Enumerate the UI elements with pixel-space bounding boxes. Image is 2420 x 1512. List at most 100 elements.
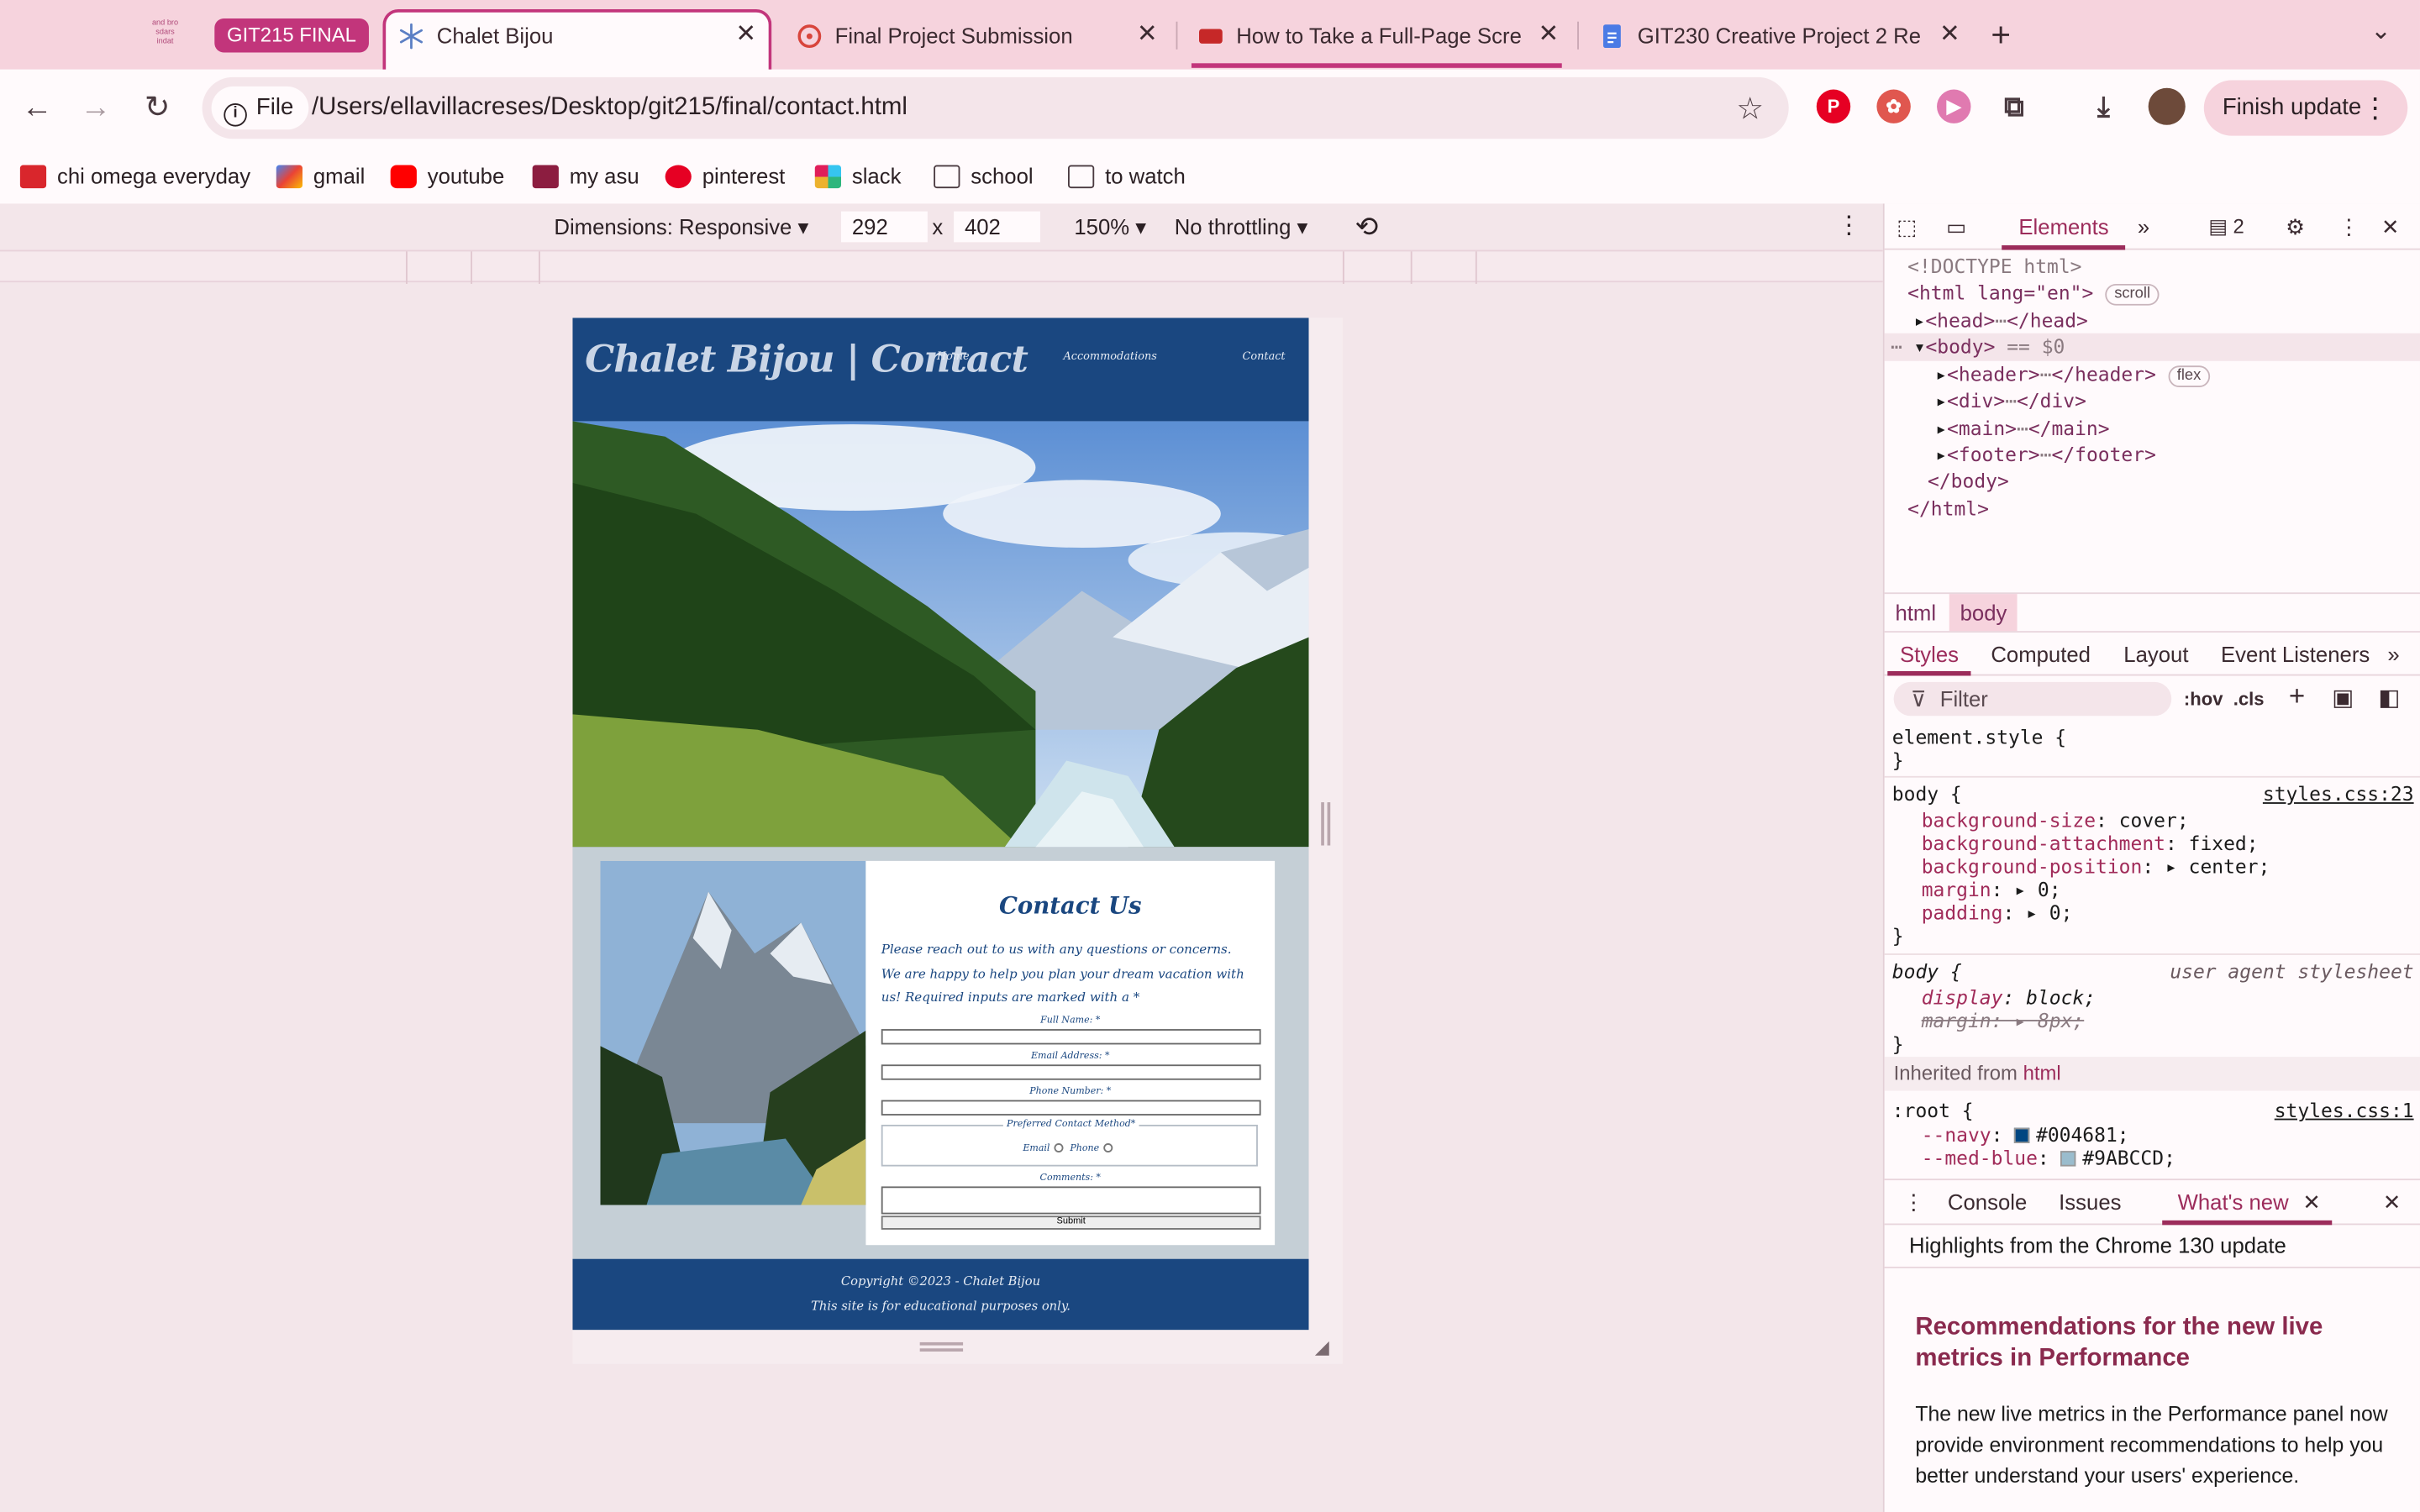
whats-new-title[interactable]: Recommendations for the new live metrics… — [1915, 1313, 2412, 1374]
tab-git230[interactable]: GIT230 Creative Project 2 Re ✕ — [1586, 13, 1972, 59]
color-swatch[interactable] — [2014, 1127, 2030, 1143]
tab-layout[interactable]: Layout — [2123, 642, 2188, 666]
tab-styles[interactable]: Styles — [1900, 642, 1959, 666]
div-node[interactable]: ▸<div>⋯</div> — [1935, 387, 2086, 413]
nav-accommodations[interactable]: Accommodations — [1063, 350, 1156, 363]
close-whats-new-icon[interactable]: ✕ — [2302, 1189, 2321, 1215]
device-toolbar-icon[interactable]: ▭ — [1946, 214, 1966, 240]
bookmark-star-icon[interactable]: ☆ — [1736, 90, 1764, 129]
extension-play-icon[interactable]: ▶ — [1937, 89, 1971, 123]
finish-update-button[interactable]: Finish update ⋮ — [2203, 80, 2408, 136]
close-devtools-icon[interactable]: ✕ — [2381, 214, 2400, 240]
bookmark-gmail[interactable]: gmail — [276, 160, 365, 192]
email-radio[interactable] — [1054, 1142, 1064, 1153]
root-rule-source-link[interactable]: styles.css:1 — [2275, 1099, 2414, 1122]
cls-toggle[interactable]: .cls — [2233, 688, 2265, 710]
new-tab-button[interactable]: + — [1991, 15, 2011, 55]
comments-textarea[interactable] — [881, 1186, 1261, 1215]
rotate-icon[interactable]: ⟲ — [1355, 213, 1379, 240]
more-tabs-icon[interactable]: » — [2138, 214, 2149, 239]
breadcrumb-body[interactable]: body — [1949, 594, 2018, 632]
drawer-menu-icon[interactable]: ⋮ — [1903, 1189, 1925, 1215]
tab-event-listeners[interactable]: Event Listeners — [2221, 642, 2370, 666]
settings-gear-icon[interactable]: ⚙ — [2286, 214, 2305, 240]
bookmark-slack[interactable]: slack — [814, 160, 901, 192]
corner-resize-icon[interactable]: ◢ — [1315, 1336, 1329, 1358]
bookmark-chi-omega[interactable]: chi omega everyday — [19, 160, 250, 192]
tab-full-page[interactable]: How to Take a Full-Page Scre ✕ — [1186, 13, 1571, 59]
extension-badge-icon[interactable]: ✿ — [1876, 89, 1911, 123]
ua-rule-selector[interactable]: body { — [1892, 959, 1962, 983]
more-panes-icon[interactable]: » — [2387, 642, 2399, 666]
avatar[interactable] — [2148, 87, 2186, 125]
width-resize-handle[interactable] — [1321, 802, 1331, 846]
new-rule-plus-icon[interactable]: + — [2289, 680, 2305, 713]
forward-arrow-icon[interactable]: → — [76, 88, 116, 129]
issues-counter[interactable]: ▤ 2 — [2208, 214, 2244, 239]
tab-elements[interactable]: Elements — [2018, 214, 2108, 239]
css-prop-background-size[interactable]: background-size: cover; — [1922, 808, 2189, 832]
css-var-navy[interactable]: --navy: #004681; — [1922, 1123, 2129, 1147]
root-rule-selector[interactable]: :root { — [1892, 1099, 1974, 1122]
bookmark-folder-school[interactable]: school — [934, 160, 1034, 192]
reload-icon[interactable]: ↻ — [137, 88, 177, 129]
bookmark-my-asu[interactable]: my asu — [532, 160, 639, 192]
full-name-input[interactable] — [881, 1029, 1261, 1045]
body-rule-selector[interactable]: body { — [1892, 782, 1962, 806]
hov-toggle[interactable]: :hov — [2184, 688, 2223, 710]
throttling-select[interactable]: No throttling ▾ — [1175, 213, 1308, 240]
extensions-puzzle-icon[interactable]: ⧉ — [1997, 90, 2031, 123]
css-prop-padding[interactable]: padding: ▸ 0; — [1922, 901, 2073, 925]
close-tab-icon[interactable]: ✕ — [735, 13, 756, 59]
pinterest-extension-icon[interactable]: P — [1816, 89, 1851, 123]
tab-whats-new[interactable]: What's new — [2178, 1189, 2289, 1214]
element-style-rule[interactable]: element.style { — [1892, 725, 2066, 748]
doctype-node[interactable]: <!DOCTYPE html> — [1907, 253, 2081, 279]
css-prop-margin[interactable]: margin: ▸ 0; — [1922, 878, 2061, 901]
inspect-element-icon[interactable]: ⬚ — [1897, 214, 1917, 240]
close-tab-icon[interactable]: ✕ — [1939, 13, 1960, 59]
main-node[interactable]: ▸<main>⋯</main> — [1935, 415, 2109, 441]
phone-input[interactable] — [881, 1100, 1261, 1116]
toggle-sidebar-icon[interactable]: ◧ — [2378, 684, 2400, 711]
email-input[interactable] — [881, 1064, 1261, 1080]
css-prop-background-position[interactable]: background-position: ▸ center; — [1922, 855, 2270, 879]
tab-computed[interactable]: Computed — [1991, 642, 2091, 666]
url-text[interactable]: /Users/ellavillacreses/Desktop/git215/fi… — [312, 77, 908, 139]
nav-home[interactable]: Home — [937, 350, 970, 363]
css-var-med-blue[interactable]: --med-blue: #9ABCCD; — [1922, 1147, 2175, 1170]
zoom-select[interactable]: 150% ▾ — [1074, 213, 1146, 240]
head-node[interactable]: ▸<head>⋯</head> — [1914, 307, 2088, 333]
breadcrumb-html[interactable]: html — [1885, 594, 1947, 631]
paint-brush-icon[interactable]: ▣ — [2332, 684, 2354, 711]
tab-chalet-bijou[interactable]: Chalet Bijou ✕ — [382, 9, 772, 71]
devtools-more-icon[interactable]: ⋮ — [2338, 214, 2360, 240]
close-drawer-icon[interactable]: ✕ — [2383, 1189, 2402, 1215]
height-resize-handle[interactable] — [919, 1341, 964, 1352]
footer-node[interactable]: ▸<footer>⋯</footer> — [1935, 441, 2156, 467]
address-bar[interactable]: i File /Users/ellavillacreses/Desktop/git… — [202, 76, 1789, 139]
ua-prop-display[interactable]: display: block; — [1922, 986, 2096, 1010]
tab-search-chevron-icon[interactable]: ⌄ — [2370, 15, 2391, 46]
nav-contact[interactable]: Contact — [1243, 350, 1286, 363]
css-prop-background-attachment[interactable]: background-attachment: fixed; — [1922, 832, 2259, 855]
bookmark-youtube[interactable]: youtube — [390, 160, 504, 192]
color-swatch[interactable] — [2060, 1151, 2076, 1167]
more-options-icon[interactable]: ⋮ — [1837, 213, 1861, 240]
styles-filter-input[interactable]: ⊽ Filter — [1893, 681, 2172, 717]
tab-issues[interactable]: Issues — [2059, 1189, 2121, 1214]
header-node[interactable]: ▸<header>⋯</header> flex — [1935, 361, 2211, 388]
bookmark-folder-to-watch[interactable]: to watch — [1067, 160, 1186, 192]
close-tab-icon[interactable]: ✕ — [1137, 13, 1158, 59]
close-tab-icon[interactable]: ✕ — [1538, 13, 1559, 59]
scroll-badge[interactable]: scroll — [2105, 283, 2160, 306]
html-node[interactable]: <html lang="en"> scroll — [1907, 279, 2160, 306]
body-node[interactable]: ⋯ ▾<body> == $0 — [1891, 333, 2065, 360]
height-input[interactable]: 402 — [954, 211, 1040, 243]
tab-group-label[interactable]: GIT215 FINAL — [214, 18, 369, 53]
tab-console[interactable]: Console — [1948, 1189, 2027, 1214]
ua-prop-margin-overridden[interactable]: margin: ▸ 8px; — [1922, 1009, 2085, 1032]
tab-group-logo[interactable]: and bro sdars indat — [148, 18, 182, 52]
bookmark-pinterest[interactable]: pinterest — [665, 160, 785, 192]
body-rule-source-link[interactable]: styles.css:23 — [2263, 782, 2414, 806]
